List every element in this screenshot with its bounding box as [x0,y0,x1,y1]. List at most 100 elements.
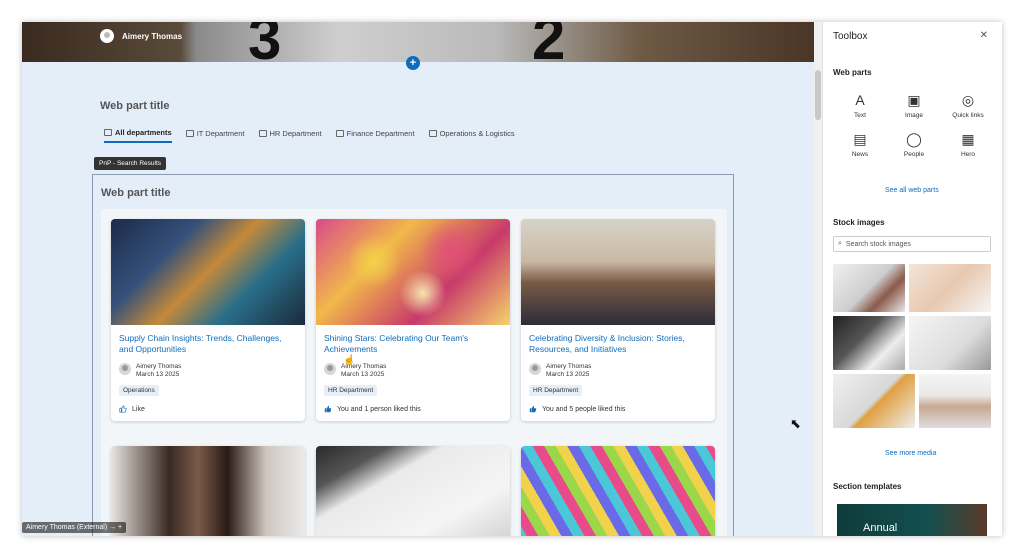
money-icon [335,130,344,137]
see-all-web-parts-link[interactable]: See all web parts [885,187,939,194]
pointer-cursor-icon: ⬉ [790,416,801,431]
news-icon: ▤ [853,131,867,147]
cards-container: Supply Chain Insights: Trends, Challenge… [101,209,727,536]
news-card[interactable]: Celebrating Diversity & Inclusion: Stori… [521,219,715,421]
author-name: Aimery Thomas [546,363,592,370]
card-title[interactable]: Shining Stars: Celebrating Our Team's Ac… [324,333,502,357]
avatar [119,363,131,375]
close-icon[interactable]: ✕ [980,30,988,41]
tab-label: All departments [115,128,172,137]
thumbs-up-filled-icon [324,405,332,413]
post-date: March 13 2025 [546,371,590,378]
like-row[interactable]: You and 5 people liked this [529,405,707,413]
news-card[interactable]: Supply Chain Insights: Trends, Challenge… [111,219,305,421]
web-part-news[interactable]: ▤ News [833,131,887,158]
stock-image[interactable] [833,264,905,312]
like-row[interactable]: Like [119,405,297,413]
add-section-button[interactable]: + [406,56,420,70]
section-template-thumbnail[interactable]: Annual [837,504,987,536]
tab-label: Operations & Logistics [439,129,515,138]
hero-icon: ▦ [961,131,975,147]
web-part-hero[interactable]: ▦ Hero [941,131,995,158]
globe-icon: ◎ [961,92,975,108]
stock-search-placeholder: Search stock images [845,240,911,248]
search-results-webpart[interactable]: Web part title Supply Chain Insights: Tr… [92,174,734,536]
category-badge[interactable]: Operations [119,385,159,396]
page-scrollbar[interactable] [814,22,822,536]
tab-label: HR Department [269,129,322,138]
panel-title: Toolbox [833,31,868,42]
web-part-label: People [903,151,925,158]
author-name: Aimery Thomas [136,363,182,370]
web-part-title[interactable]: Web part title [100,100,169,112]
webpart-tag: PnP - Search Results [94,157,167,170]
presence-indicator: Aimery Thomas (External) → + [22,522,127,533]
section-templates-heading: Section templates [833,482,902,491]
card-image [111,219,305,325]
web-part-label: Quick links [952,112,984,119]
web-part-label: News [851,151,869,158]
toolbox-panel: Toolbox ✕ Web parts A Text ▣ Image ◎ Quick … [822,22,1002,536]
clipboard-icon [428,130,437,137]
post-date: March 13 2025 [136,371,180,378]
category-badge[interactable]: HR Department [529,385,583,396]
person-icon: ◯ [906,131,922,147]
see-more-media-link[interactable]: See more media [885,450,936,457]
web-part-label: Text [854,112,866,119]
like-text: You and 5 people liked this [542,405,626,413]
category-badge[interactable]: HR Department [324,385,378,396]
hero-author-name: Aimery Thomas [122,31,183,41]
card-title[interactable]: Celebrating Diversity & Inclusion: Stori… [529,333,707,357]
card-image [521,446,715,536]
computer-icon [185,130,194,137]
like-text: You and 1 person liked this [337,405,421,413]
stock-image[interactable] [909,264,991,312]
thumbs-up-outline-icon [119,405,127,413]
news-card[interactable] [521,446,715,536]
news-card[interactable]: Shining Stars: Celebrating Our Team's Ac… [316,219,510,421]
search-results-title: Web part title [101,187,171,199]
tab-all-departments[interactable]: All departments [104,128,172,143]
search-icon: ⌕ [838,240,842,247]
tab-label: IT Department [196,129,245,138]
card-author: Aimery Thomas March 13 2025 [529,363,707,379]
hero-number-graphic: 3 [248,22,282,62]
tab-it-department[interactable]: IT Department [185,128,245,143]
stock-image[interactable] [833,316,905,370]
tab-hr-department[interactable]: HR Department [258,128,322,143]
web-part-label: Image [904,112,924,119]
web-part-quick-links[interactable]: ◎ Quick links [941,92,995,119]
news-card[interactable] [316,446,510,536]
web-part-label: Hero [960,151,976,158]
tab-operations-logistics[interactable]: Operations & Logistics [428,128,515,143]
page-canvas: 3 2 Aimery Thomas + Web part title All d… [22,22,814,536]
web-part-image[interactable]: ▣ Image [887,92,941,119]
card-title[interactable]: Supply Chain Insights: Trends, Challenge… [119,333,297,357]
presence-user: Aimery Thomas (External) [26,524,108,531]
stock-image[interactable] [909,316,991,370]
text-icon: A [855,92,865,108]
hero-number-graphic: 2 [532,22,566,62]
web-part-people[interactable]: ◯ People [887,131,941,158]
like-row[interactable]: You and 1 person liked this [324,405,502,413]
stock-image[interactable] [919,374,991,428]
people-icon [258,130,267,137]
news-card[interactable] [111,446,305,536]
tab-finance-department[interactable]: Finance Department [335,128,415,143]
web-part-text[interactable]: A Text [833,92,887,119]
card-image [316,446,510,536]
tab-label: Finance Department [346,129,415,138]
scrollbar-thumb[interactable] [815,70,821,120]
web-parts-grid: A Text ▣ Image ◎ Quick links ▤ News ◯ People … [833,92,997,158]
web-parts-heading: Web parts [833,68,872,77]
list-icon [104,129,112,136]
card-author: Aimery Thomas March 13 2025 [119,363,297,379]
card-image [521,219,715,325]
stock-search-input[interactable]: ⌕ Search stock images [833,236,991,252]
avatar [100,29,114,43]
image-icon: ▣ [907,92,921,108]
stock-image[interactable] [833,374,915,428]
card-image [111,446,305,536]
stock-images-heading: Stock images [833,218,885,227]
card-image [316,219,510,325]
